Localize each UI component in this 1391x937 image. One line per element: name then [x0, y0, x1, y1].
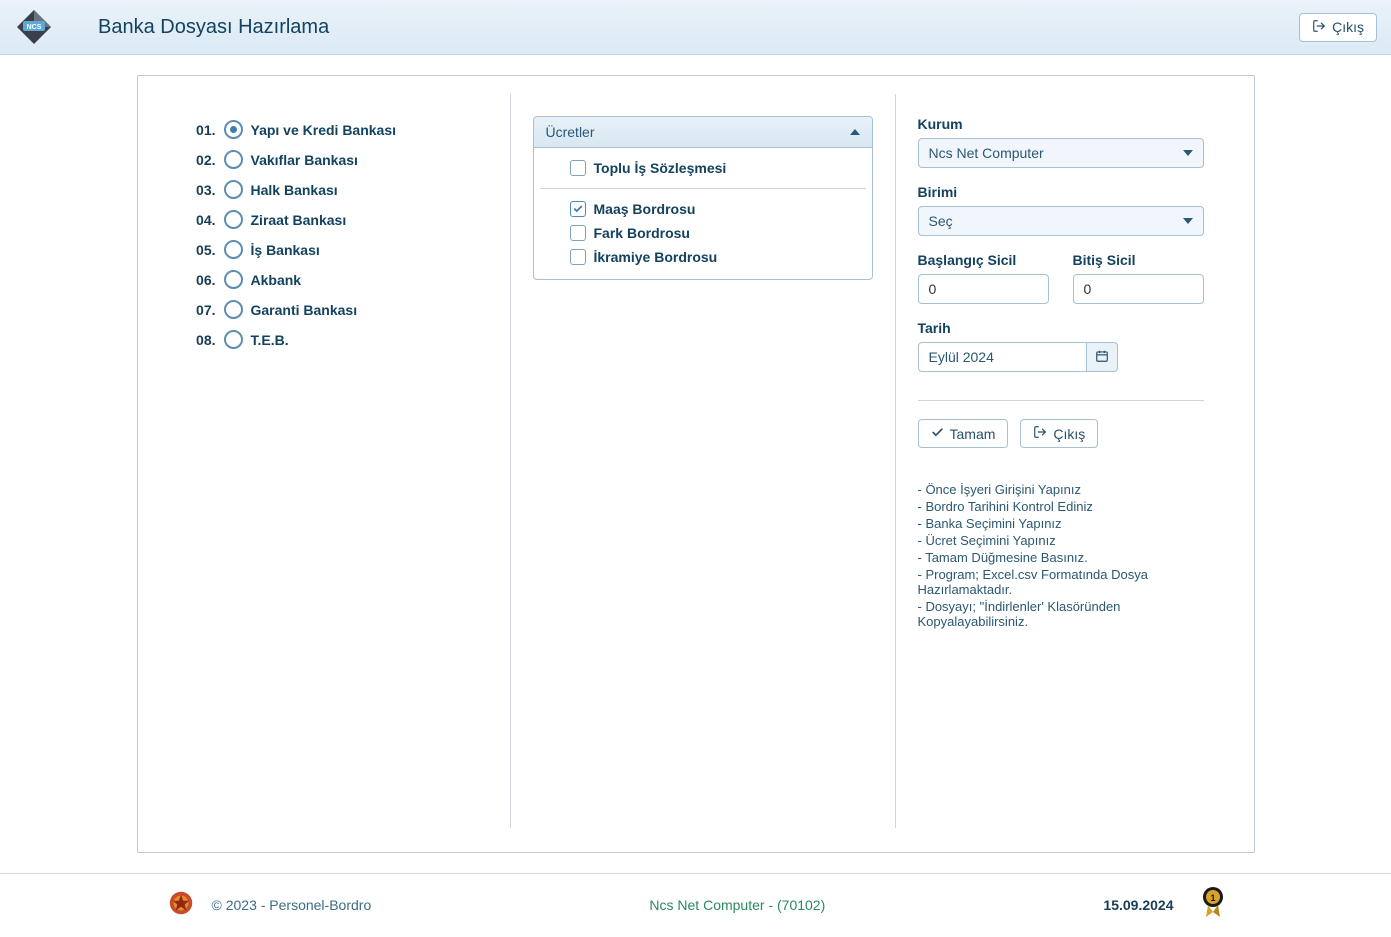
medal-icon: 1 — [1200, 886, 1226, 923]
checkbox-icon — [570, 225, 586, 241]
calendar-icon — [1095, 349, 1109, 366]
bank-label: Yapı ve Kredi Bankası — [251, 122, 397, 138]
bank-list: 01. Yapı ve Kredi Bankası 02. Vakıflar Bank… — [188, 120, 488, 349]
bank-number: 06. — [188, 272, 216, 288]
radio-icon — [224, 150, 243, 169]
ok-button[interactable]: Tamam — [918, 419, 1009, 448]
footer-company: Ncs Net Computer - (70102) — [649, 897, 825, 913]
bitis-sicil-label: Bitiş Sicil — [1073, 252, 1204, 268]
wages-accordion-header[interactable]: Ücretler — [534, 117, 872, 148]
checkbox-icon — [570, 160, 586, 176]
bank-radio-item[interactable]: 07. Garanti Bankası — [188, 300, 488, 319]
radio-icon — [224, 210, 243, 229]
checkbox-item[interactable]: Maaş Bordrosu — [540, 197, 866, 221]
form-exit-label: Çıkış — [1053, 426, 1085, 442]
bank-number: 08. — [188, 332, 216, 348]
bank-radio-item[interactable]: 03. Halk Bankası — [188, 180, 488, 199]
bank-label: Garanti Bankası — [251, 302, 358, 318]
bank-number: 05. — [188, 242, 216, 258]
checkbox-label: Toplu İş Sözleşmesi — [594, 160, 727, 176]
tarih-label: Tarih — [918, 320, 1118, 336]
bank-number: 02. — [188, 152, 216, 168]
birimi-select[interactable]: Seç — [918, 206, 1204, 236]
app-logo: NCS — [14, 7, 54, 47]
checkbox-label: Fark Bordrosu — [594, 225, 690, 241]
chevron-down-icon — [1183, 150, 1193, 156]
bank-number: 04. — [188, 212, 216, 228]
ok-label: Tamam — [950, 426, 996, 442]
bank-label: İş Bankası — [251, 242, 320, 258]
footer: © 2023 - Personel-Bordro Ncs Net Compute… — [0, 873, 1391, 937]
bank-label: Ziraat Bankası — [251, 212, 347, 228]
bitis-sicil-input[interactable] — [1073, 274, 1204, 304]
checkbox-label: İkramiye Bordrosu — [594, 249, 718, 265]
radio-icon — [224, 240, 243, 259]
info-line: - Önce İşyeri Girişini Yapınız — [918, 482, 1204, 497]
page-title: Banka Dosyası Hazırlama — [98, 16, 329, 39]
bank-radio-item[interactable]: 02. Vakıflar Bankası — [188, 150, 488, 169]
bank-radio-item[interactable]: 08. T.E.B. — [188, 330, 488, 349]
birimi-label: Birimi — [918, 184, 1204, 200]
radio-icon — [224, 270, 243, 289]
bank-label: Vakıflar Bankası — [251, 152, 358, 168]
bank-label: Akbank — [251, 272, 302, 288]
info-line: - Dosyayı; "İndirlenler' Klasöründen Kop… — [918, 599, 1204, 629]
bank-label: Halk Bankası — [251, 182, 338, 198]
info-line: - Ücret Seçimini Yapınız — [918, 533, 1204, 548]
baslangic-sicil-input[interactable] — [918, 274, 1049, 304]
baslangic-sicil-label: Başlangıç Sicil — [918, 252, 1049, 268]
checkbox-item[interactable]: Toplu İş Sözleşmesi — [540, 156, 866, 180]
checkbox-item[interactable]: İkramiye Bordrosu — [540, 245, 866, 269]
checkbox-icon — [570, 201, 586, 217]
logout-icon — [1033, 425, 1047, 442]
bank-radio-item[interactable]: 01. Yapı ve Kredi Bankası — [188, 120, 488, 139]
app-header: NCS Banka Dosyası Hazırlama Çıkış — [0, 0, 1391, 55]
checkbox-item[interactable]: Fark Bordrosu — [540, 221, 866, 245]
birimi-value: Seç — [929, 213, 953, 229]
header-exit-button[interactable]: Çıkış — [1299, 13, 1377, 42]
svg-text:NCS: NCS — [27, 24, 42, 31]
bank-radio-item[interactable]: 04. Ziraat Bankası — [188, 210, 488, 229]
check-icon — [931, 426, 944, 442]
info-line: - Program; Excel.csv Formatında Dosya Ha… — [918, 567, 1204, 597]
tarih-input[interactable]: Eylül 2024 — [918, 342, 1087, 372]
kurum-label: Kurum — [918, 116, 1204, 132]
radio-icon — [224, 120, 243, 139]
header-exit-label: Çıkış — [1332, 19, 1364, 35]
bank-number: 07. — [188, 302, 216, 318]
svg-text:1: 1 — [1210, 893, 1215, 903]
checkbox-label: Maaş Bordrosu — [594, 201, 696, 217]
info-line: - Banka Seçimini Yapınız — [918, 516, 1204, 531]
checkbox-icon — [570, 249, 586, 265]
info-list: - Önce İşyeri Girişini Yapınız - Bordro T… — [918, 482, 1204, 629]
tarih-calendar-button[interactable] — [1087, 342, 1118, 372]
chevron-down-icon — [1183, 218, 1193, 224]
form-exit-button[interactable]: Çıkış — [1020, 419, 1098, 448]
radio-icon — [224, 330, 243, 349]
footer-date: 15.09.2024 — [1103, 897, 1173, 913]
bank-number: 01. — [188, 122, 216, 138]
kurum-select[interactable]: Ncs Net Computer — [918, 138, 1204, 168]
bank-radio-item[interactable]: 06. Akbank — [188, 270, 488, 289]
radio-icon — [224, 300, 243, 319]
tarih-value: Eylül 2024 — [929, 349, 994, 365]
logout-icon — [1312, 19, 1326, 36]
wages-accordion: Ücretler Toplu İş Sözleşmesi Maaş Bordro… — [533, 116, 873, 280]
radio-icon — [224, 180, 243, 199]
bank-radio-item[interactable]: 05. İş Bankası — [188, 240, 488, 259]
chevron-up-icon — [850, 129, 860, 135]
wages-accordion-title: Ücretler — [546, 124, 595, 140]
bank-label: T.E.B. — [251, 332, 289, 348]
footer-copyright: © 2023 - Personel-Bordro — [212, 897, 372, 913]
info-line: - Tamam Düğmesine Basınız. — [918, 550, 1204, 565]
info-line: - Bordro Tarihini Kontrol Ediniz — [918, 499, 1204, 514]
main-card: 01. Yapı ve Kredi Bankası 02. Vakıflar Bank… — [137, 75, 1255, 853]
kurum-value: Ncs Net Computer — [929, 145, 1044, 161]
bank-number: 03. — [188, 182, 216, 198]
seal-icon — [166, 888, 196, 921]
